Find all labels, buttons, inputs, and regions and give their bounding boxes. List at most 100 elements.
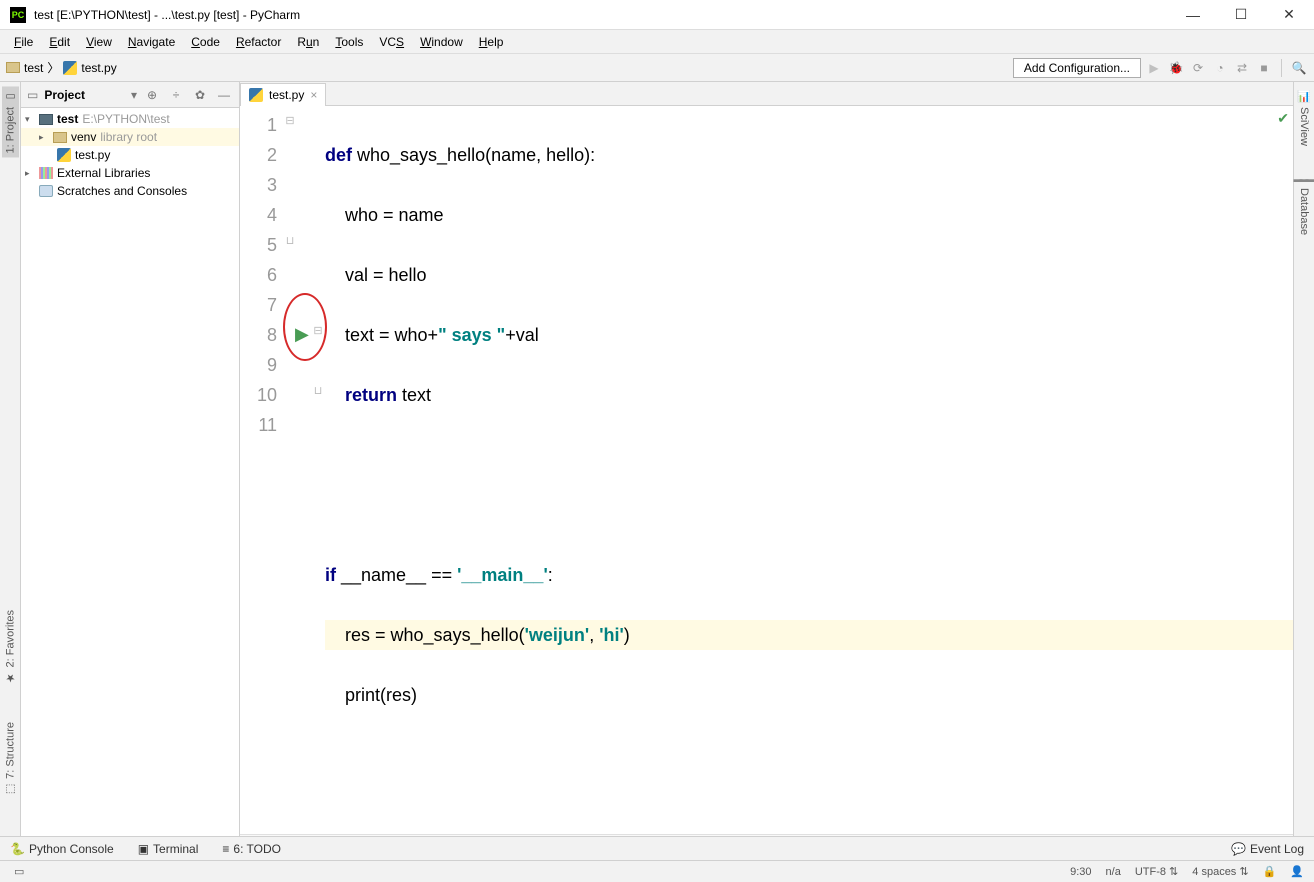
add-configuration-button[interactable]: Add Configuration... (1013, 58, 1141, 78)
inspection-ok-icon[interactable]: ✔ (1277, 110, 1289, 127)
menu-file[interactable]: File (6, 35, 41, 49)
database-label: Database (1298, 188, 1310, 235)
left-tab-structure[interactable]: ⬚ 7: Structure (2, 718, 19, 800)
menu-help[interactable]: Help (471, 35, 512, 49)
sciview-label: SciView (1298, 107, 1310, 146)
venv-name: venv (71, 130, 96, 144)
menu-bar: File Edit View Navigate Code Refactor Ru… (0, 30, 1314, 54)
status-encoding[interactable]: UTF-8 ⇅ (1135, 865, 1178, 878)
menu-edit[interactable]: Edit (41, 35, 78, 49)
maximize-button[interactable]: ☐ (1226, 6, 1256, 23)
coverage-icon[interactable]: ⟳ (1189, 59, 1207, 77)
folder-icon (6, 62, 20, 73)
menu-refactor[interactable]: Refactor (228, 35, 289, 49)
project-folder-icon (39, 114, 53, 125)
app-icon: PC (10, 7, 26, 23)
scratches-icon (39, 185, 53, 197)
tree-venv[interactable]: ▸ venv library root (21, 128, 239, 146)
right-tab-sciview[interactable]: 📊 SciView (1296, 86, 1313, 150)
navigation-bar: test 〉 test.py Add Configuration... ▶ 🐞 … (0, 54, 1314, 82)
python-file-icon (57, 148, 71, 162)
settings-icon[interactable]: ✿ (191, 88, 209, 102)
run-icon[interactable]: ▶ (1145, 59, 1163, 77)
breadcrumb-sep: 〉 (47, 59, 59, 76)
libraries-icon (39, 167, 53, 179)
fold-end-icon[interactable]: ⊔ (313, 384, 323, 397)
hide-icon[interactable]: — (215, 88, 233, 102)
console-label: Python Console (29, 842, 114, 856)
title-bar: PC test [E:\PYTHON\test] - ...\test.py [… (0, 0, 1314, 30)
status-inspector-icon[interactable]: 👤 (1290, 865, 1304, 878)
line-numbers: 1234567891011 (240, 106, 285, 834)
tree-root[interactable]: ▾ test E:\PYTHON\test (21, 110, 239, 128)
left-tab-favorites[interactable]: ★ 2: Favorites (2, 606, 19, 688)
minimize-button[interactable]: — (1178, 7, 1208, 23)
file-name: test.py (75, 148, 110, 162)
tab-label: test.py (269, 88, 304, 102)
status-position[interactable]: 9:30 (1070, 866, 1091, 878)
right-tab-database[interactable]: ▬▬▬ Database (1293, 170, 1314, 239)
scratches-label: Scratches and Consoles (57, 184, 187, 198)
editor-gutter: ⊟ ⊔ ▶ ⊟ ⊔ (285, 106, 325, 834)
bottom-tab-todo[interactable]: ≡ 6: TODO (222, 842, 281, 856)
status-lock-icon[interactable]: 🔒 (1263, 865, 1277, 878)
fold-icon[interactable]: ⊟ (313, 324, 323, 337)
stop-icon[interactable]: ■ (1255, 59, 1273, 77)
profile-icon[interactable]: ◔ (1211, 59, 1229, 77)
bottom-tab-console[interactable]: 🐍 Python Console (10, 842, 114, 856)
close-tab-icon[interactable]: × (310, 88, 317, 102)
tree-ext-libs[interactable]: ▸ External Libraries (21, 164, 239, 182)
venv-desc: library root (100, 130, 157, 144)
menu-navigate[interactable]: Navigate (120, 35, 183, 49)
database-icon: ▬▬▬ (1295, 174, 1313, 184)
close-button[interactable]: ✕ (1274, 6, 1304, 23)
folder-icon (53, 132, 67, 143)
status-na[interactable]: n/a (1106, 866, 1121, 878)
status-indent[interactable]: 4 spaces ⇅ (1192, 865, 1248, 878)
bottom-tab-eventlog[interactable]: 💬 Event Log (1231, 842, 1304, 856)
run-gutter-icon[interactable]: ▶ (295, 324, 309, 345)
window-title: test [E:\PYTHON\test] - ...\test.py [tes… (34, 8, 1178, 22)
code-content[interactable]: def who_says_hello(name, hello): who = n… (325, 106, 1293, 834)
project-tab-label: 1: Project (4, 107, 16, 153)
ext-libs-label: External Libraries (57, 166, 150, 180)
structure-tab-label: 7: Structure (4, 722, 16, 779)
bottom-tool-tabs: 🐍 Python Console ▣ Terminal ≡ 6: TODO 💬 … (0, 836, 1314, 860)
left-tab-project[interactable]: 1: Project ▭ (2, 86, 19, 157)
python-file-icon (63, 61, 77, 75)
tree-scratches[interactable]: Scratches and Consoles (21, 182, 239, 200)
editor-tabs: test.py × (240, 82, 1293, 106)
fold-end-icon[interactable]: ⊔ (285, 234, 295, 247)
breadcrumb-file[interactable]: test.py (81, 61, 116, 75)
breadcrumb-root[interactable]: test (24, 61, 43, 75)
menu-code[interactable]: Code (183, 35, 228, 49)
project-tree: ▾ test E:\PYTHON\test ▸ venv library roo… (21, 108, 239, 202)
collapse-icon[interactable]: ÷ (167, 88, 185, 102)
editor-body[interactable]: ✔ 1234567891011 ⊟ ⊔ ▶ ⊟ ⊔ def who_says_h… (240, 106, 1293, 834)
editor-tab-testpy[interactable]: test.py × (240, 83, 326, 106)
project-pane: ▭ Project ▾ ⊕ ÷ ✿ — ▾ test E:\PYTHON\tes… (21, 82, 240, 836)
editor-area: test.py × ✔ 1234567891011 ⊟ ⊔ ▶ ⊟ ⊔ def … (240, 82, 1293, 836)
status-left-icon[interactable]: ▭ (14, 865, 24, 878)
bottom-tab-terminal[interactable]: ▣ Terminal (138, 842, 199, 856)
root-name: test (57, 112, 78, 126)
menu-vcs[interactable]: VCS (371, 35, 412, 49)
right-tool-gutter: 📊 SciView ▬▬▬ Database (1293, 82, 1314, 836)
project-header: ▭ Project ▾ ⊕ ÷ ✿ — (21, 82, 239, 108)
menu-view[interactable]: View (78, 35, 120, 49)
main-area: 1: Project ▭ ★ 2: Favorites ⬚ 7: Structu… (0, 82, 1314, 836)
menu-run[interactable]: Run (289, 35, 327, 49)
menu-window[interactable]: Window (412, 35, 471, 49)
window-controls: — ☐ ✕ (1178, 6, 1304, 23)
locate-icon[interactable]: ⊕ (143, 88, 161, 102)
debug-icon[interactable]: 🐞 (1167, 59, 1185, 77)
search-icon[interactable]: 🔍 (1290, 59, 1308, 77)
favorites-tab-label: 2: Favorites (4, 610, 16, 667)
project-header-title[interactable]: Project (44, 88, 125, 102)
concurrency-icon[interactable]: ⇄ (1233, 59, 1251, 77)
eventlog-label: Event Log (1250, 842, 1304, 856)
menu-tools[interactable]: Tools (327, 35, 371, 49)
fold-icon[interactable]: ⊟ (285, 114, 295, 127)
tree-file[interactable]: test.py (21, 146, 239, 164)
todo-label: 6: TODO (233, 842, 281, 856)
